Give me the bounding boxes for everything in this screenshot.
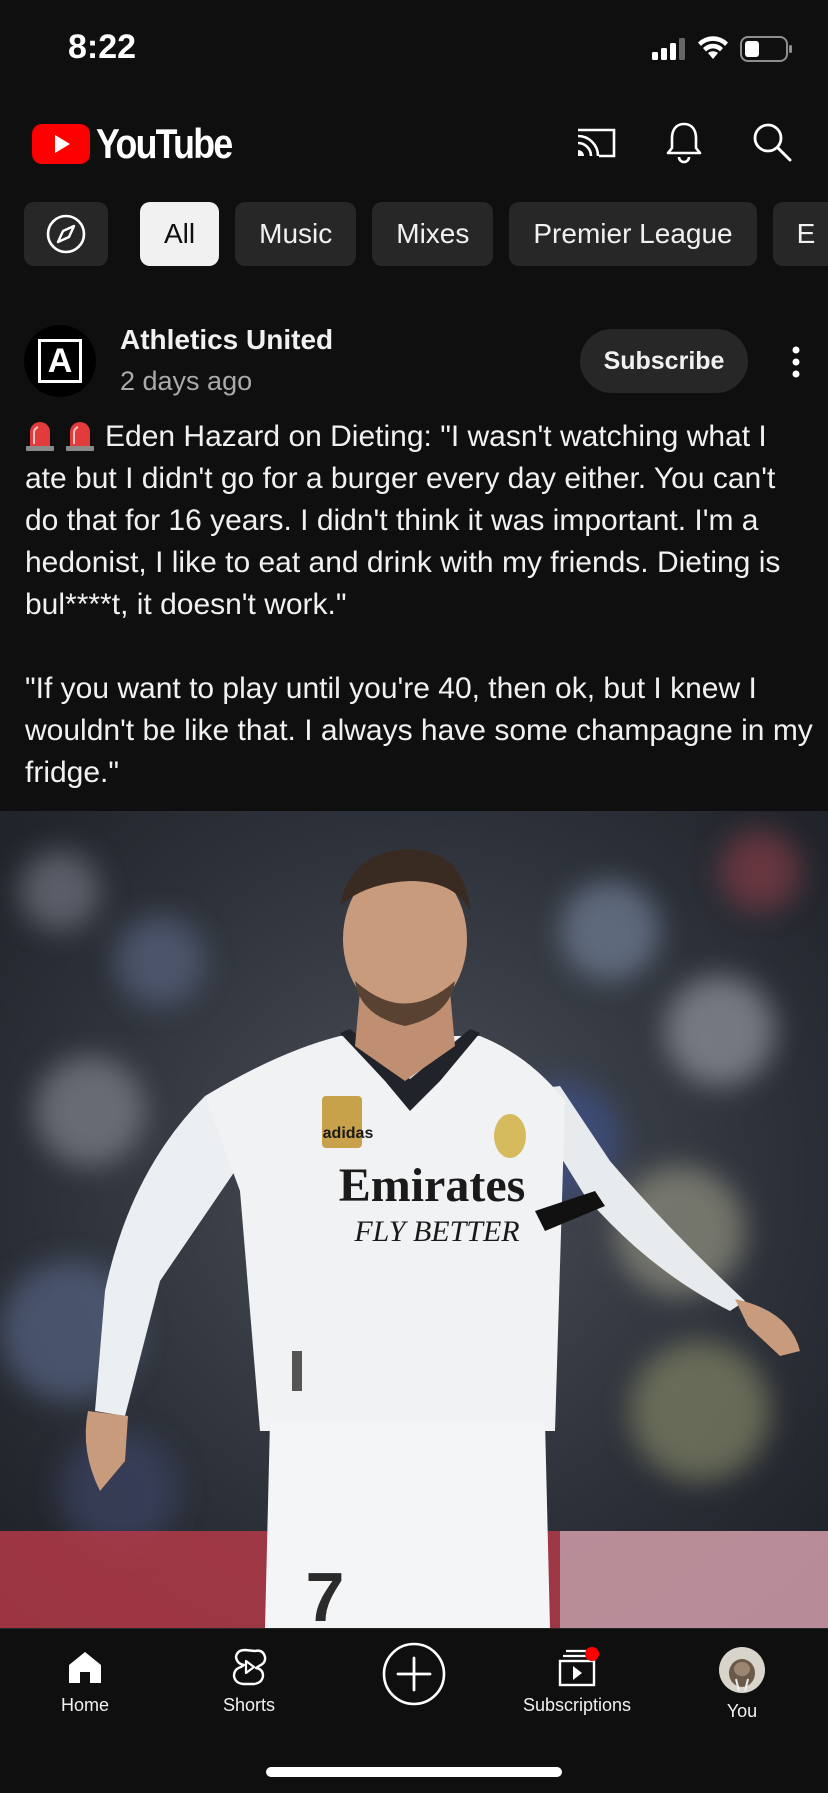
avatar-icon bbox=[719, 1647, 765, 1693]
home-icon bbox=[69, 1652, 101, 1683]
youtube-logo[interactable]: YouTube bbox=[32, 120, 255, 168]
subscribe-button[interactable]: Subscribe bbox=[580, 329, 748, 393]
chip-premier-league[interactable]: Premier League bbox=[509, 202, 757, 266]
app-header: YouTube bbox=[0, 100, 828, 190]
jersey-sponsor-subtext: FLY BETTER bbox=[353, 1215, 519, 1248]
cast-icon[interactable] bbox=[572, 118, 620, 166]
explore-chip[interactable] bbox=[24, 202, 108, 266]
chip-partial[interactable]: E bbox=[772, 202, 828, 266]
status-time: 8:22 bbox=[68, 28, 137, 66]
youtube-wordmark: YouTube bbox=[96, 120, 233, 167]
post-paragraph-2: "If you want to play until you're 40, th… bbox=[25, 672, 813, 789]
subscriptions-icon bbox=[558, 1647, 599, 1687]
nav-home-label: Home bbox=[60, 1695, 109, 1715]
post-header: A Athletics United 2 days ago Subscribe bbox=[0, 320, 828, 410]
compass-icon bbox=[46, 214, 86, 254]
channel-name[interactable]: Athletics United bbox=[120, 324, 333, 356]
shorts-number: 7 bbox=[306, 1558, 345, 1628]
jersey-sponsor-text: Emirates bbox=[339, 1159, 526, 1212]
post-paragraph-1: Eden Hazard on Dieting: "I wasn't watchi… bbox=[25, 416, 815, 626]
channel-avatar[interactable]: A bbox=[24, 325, 96, 397]
siren-emoji-icon bbox=[66, 422, 94, 451]
nav-shorts[interactable]: Shorts bbox=[179, 1647, 319, 1716]
nav-subscriptions[interactable]: Subscriptions bbox=[507, 1647, 647, 1716]
search-icon[interactable] bbox=[748, 118, 796, 166]
player-photo: Emirates FLY BETTER adidas 7 bbox=[0, 811, 828, 1628]
post-age: 2 days ago bbox=[120, 366, 253, 396]
more-options-icon[interactable] bbox=[784, 344, 808, 380]
shorts-icon bbox=[232, 1648, 267, 1686]
chip-all[interactable]: All bbox=[140, 202, 220, 266]
nav-home[interactable]: Home bbox=[15, 1647, 155, 1716]
chip-mixes[interactable]: Mixes bbox=[372, 202, 494, 266]
add-circle-icon bbox=[382, 1642, 446, 1706]
wifi-icon bbox=[698, 36, 728, 59]
avatar-letter: A bbox=[38, 339, 82, 383]
bell-icon[interactable] bbox=[660, 118, 708, 166]
jersey-brand-text: adidas bbox=[323, 1125, 374, 1142]
home-indicator[interactable] bbox=[266, 1767, 562, 1777]
signal-icon bbox=[652, 38, 685, 60]
category-chips: All Music Mixes Premier League E bbox=[24, 202, 828, 266]
chip-music[interactable]: Music bbox=[235, 202, 357, 266]
post-body: Eden Hazard on Dieting: "I wasn't watchi… bbox=[25, 416, 815, 794]
nav-you[interactable]: You bbox=[672, 1647, 812, 1722]
nav-shorts-label: Shorts bbox=[222, 1695, 276, 1715]
post-image[interactable]: Emirates FLY BETTER adidas 7 bbox=[0, 811, 828, 1628]
create-button[interactable] bbox=[344, 1641, 484, 1707]
post-text-1: Eden Hazard on Dieting: "I wasn't watchi… bbox=[25, 420, 781, 621]
battery-icon bbox=[740, 36, 792, 62]
nav-subscriptions-label: Subscriptions bbox=[522, 1695, 632, 1715]
siren-emoji-icon bbox=[26, 422, 54, 451]
youtube-play-icon bbox=[32, 124, 90, 164]
status-bar: 8:22 bbox=[0, 0, 828, 100]
nav-you-label: You bbox=[726, 1701, 758, 1721]
